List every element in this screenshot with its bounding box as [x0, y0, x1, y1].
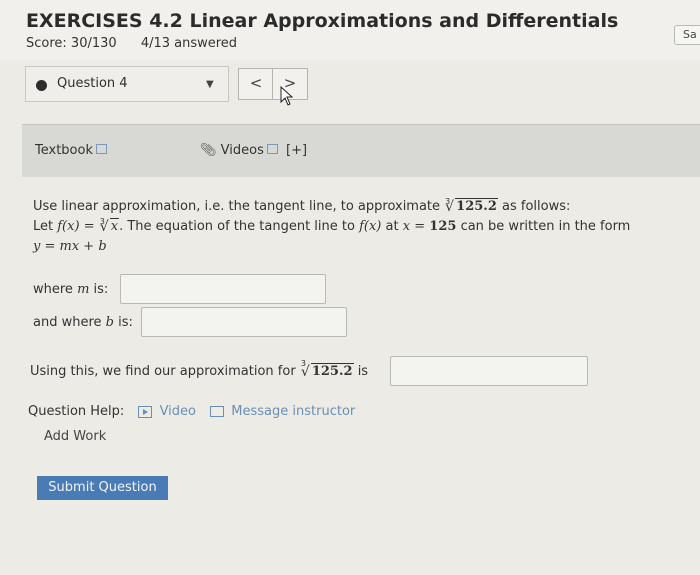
resources-bar: Textbook 📎︎ Videos [+]: [22, 124, 700, 177]
cube-root-expression: 3 √ 125.2: [300, 359, 354, 380]
video-icon: [138, 405, 153, 418]
question-select[interactable]: Question 4 ▼: [25, 66, 229, 102]
answered-text: 4/13 answered: [140, 36, 238, 51]
message-instructor-link[interactable]: Message instructor: [231, 404, 355, 419]
mouse-cursor-icon: [280, 86, 294, 106]
caret-down-icon: ▼: [206, 79, 214, 90]
m-label: where m is:: [33, 282, 109, 297]
score-text: Score: 30/130: [26, 36, 117, 51]
help-video-link[interactable]: Video: [160, 404, 196, 419]
approximation-input[interactable]: [390, 356, 588, 386]
question-status-dot: [36, 80, 47, 91]
textbook-label: Textbook: [35, 143, 93, 158]
cube-root-expression: 3 √ 125.2: [445, 197, 498, 215]
page-title: EXERCISES 4.2 Linear Approximations and …: [26, 10, 619, 32]
expand-videos-toggle[interactable]: [+]: [286, 143, 307, 158]
paperclip-icon: 📎︎: [200, 143, 217, 158]
b-answer-input[interactable]: [141, 307, 347, 337]
submit-question-button[interactable]: Submit Question: [37, 476, 168, 500]
problem-line-2: Let f(x) = 3 √ x . The equation of the t…: [33, 217, 631, 235]
b-label: and where b is:: [33, 315, 133, 330]
external-link-icon: [95, 144, 107, 154]
videos-link[interactable]: 📎︎ Videos [+]: [200, 143, 307, 158]
textbook-link[interactable]: Textbook: [35, 143, 107, 158]
score-info: Score: 30/130 4/13 answered: [26, 36, 257, 51]
m-answer-input[interactable]: [120, 274, 326, 304]
add-work-button[interactable]: Add Work: [44, 429, 106, 444]
approx-label: Using this, we find our approximation fo…: [30, 359, 369, 380]
problem-statement: Use linear approximation, i.e. the tange…: [33, 197, 693, 257]
question-select-label: Question 4: [57, 76, 128, 91]
save-button[interactable]: Sa: [674, 25, 700, 45]
question-help-label: Question Help:: [28, 404, 125, 419]
cube-root-x: 3 √ x: [99, 217, 120, 235]
problem-line-1: Use linear approximation, i.e. the tange…: [33, 197, 571, 215]
videos-label: Videos: [220, 143, 264, 158]
external-link-icon: [266, 144, 278, 154]
question-help: Question Help: Video Message instructor: [28, 404, 355, 419]
header-bar: EXERCISES 4.2 Linear Approximations and …: [0, 0, 700, 60]
prev-question-button[interactable]: <: [238, 68, 274, 100]
problem-line-3: y = mx + b: [33, 239, 107, 254]
mail-icon: [210, 406, 225, 417]
